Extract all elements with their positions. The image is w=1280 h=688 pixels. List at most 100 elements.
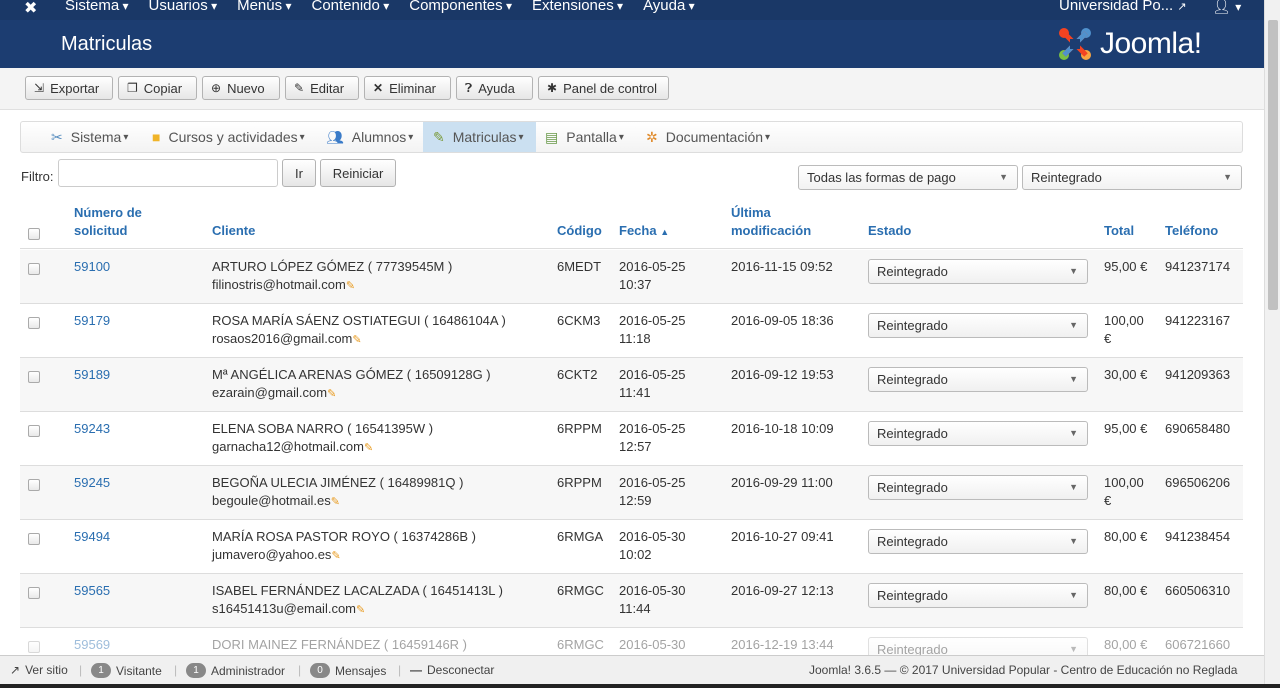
- control-panel-button[interactable]: ✱ Panel de control: [538, 76, 669, 100]
- reset-button[interactable]: Reiniciar: [320, 159, 396, 187]
- new-button[interactable]: ⊕ Nuevo: [202, 76, 280, 100]
- logout-link[interactable]: — Desconectar: [410, 663, 494, 677]
- client-email[interactable]: filinostris@hotmail.com: [212, 276, 355, 295]
- request-number-link[interactable]: 59494: [74, 528, 110, 546]
- status-select[interactable]: Reintegrado ▼: [868, 583, 1088, 608]
- request-number-link[interactable]: 59189: [74, 366, 110, 384]
- user-menu[interactable]: 👤︎ ▾: [1212, 0, 1241, 15]
- header-phone[interactable]: Teléfono: [1165, 222, 1218, 240]
- header-number[interactable]: Número de solicitud: [74, 204, 142, 240]
- delete-icon: ✕: [373, 81, 384, 95]
- client-email[interactable]: garnacha12@hotmail.com: [212, 438, 373, 457]
- messages-label: Mensajes: [335, 663, 387, 678]
- submenu-label: Sistema: [70, 129, 122, 145]
- row-checkbox[interactable]: [28, 587, 40, 599]
- total-cell: 100,00: [1104, 475, 1144, 490]
- select-all-checkbox[interactable]: [28, 228, 40, 240]
- menu-componentes[interactable]: Componentes: [409, 0, 512, 14]
- row-checkbox[interactable]: [28, 479, 40, 491]
- row-checkbox[interactable]: [28, 641, 40, 653]
- menu-extensiones[interactable]: Extensiones: [532, 0, 623, 14]
- client-email[interactable]: ezarain@gmail.com: [212, 384, 336, 403]
- header-status[interactable]: Estado: [868, 222, 911, 240]
- copy-button[interactable]: ❐ Copiar: [118, 76, 197, 100]
- chevron-down-icon: ▾: [1235, 0, 1242, 14]
- joomla-wordmark: Joomla!: [1100, 27, 1202, 60]
- scrollbar-thumb[interactable]: [1268, 20, 1278, 310]
- help-label: Ayuda: [478, 80, 515, 96]
- row-checkbox[interactable]: [28, 371, 40, 383]
- menu-contenido[interactable]: Contenido: [311, 0, 389, 14]
- request-number-link[interactable]: 59179: [74, 312, 110, 330]
- edit-button[interactable]: ✎ Editar: [285, 76, 359, 100]
- phone-cell: 941209363: [1165, 367, 1231, 382]
- filter-input[interactable]: [58, 159, 278, 187]
- help-button[interactable]: ❓︎ Ayuda: [456, 76, 533, 100]
- table-row: 59245 BEGOÑA ULECIA JIMÉNEZ ( 16489981Q )…: [20, 466, 1243, 520]
- vertical-scrollbar[interactable]: [1264, 0, 1280, 684]
- view-site-link[interactable]: ↗ Ver sitio: [10, 663, 68, 677]
- export-icon: ⇲: [34, 81, 45, 95]
- total-cell: 95,00 €: [1104, 259, 1148, 274]
- menu-ayuda[interactable]: Ayuda: [643, 0, 695, 14]
- minus-icon: —: [410, 663, 422, 677]
- row-checkbox[interactable]: [28, 263, 40, 275]
- status-select[interactable]: Reintegrado ▼: [868, 421, 1088, 446]
- request-number-link[interactable]: 59100: [74, 258, 110, 276]
- client-email[interactable]: rosaos2016@gmail.com: [212, 330, 362, 349]
- joomla-logo-icon: [1059, 28, 1091, 60]
- joomla-menu-icon[interactable]: ✖: [24, 0, 37, 18]
- status-select[interactable]: Reintegrado ▼: [868, 529, 1088, 554]
- site-link[interactable]: Universidad Po... ↗: [1059, 0, 1187, 14]
- header-client[interactable]: Cliente: [212, 222, 255, 240]
- edit-label: Editar: [310, 80, 345, 96]
- export-button[interactable]: ⇲ Exportar: [25, 76, 113, 100]
- visitors-status[interactable]: 1 Visitante: [91, 663, 162, 678]
- page-header: Matriculas Joomla!: [0, 20, 1264, 68]
- client-name: ROSA MARÍA SÁENZ OSTIATEGUI ( 16486104A …: [212, 313, 506, 328]
- visitors-label: Visitante: [116, 663, 162, 678]
- header-total[interactable]: Total: [1104, 222, 1134, 240]
- client-email[interactable]: s16451413u@email.com: [212, 600, 365, 619]
- header-date[interactable]: Fecha ▲: [619, 222, 669, 241]
- submenu-alumnos[interactable]: 👥︎ Alumnos ▾: [326, 122, 413, 152]
- menu-usuarios[interactable]: Usuarios: [149, 0, 218, 14]
- admins-label: Administrador: [211, 663, 286, 678]
- status-filter-select[interactable]: Reintegrado ▼: [1022, 165, 1242, 190]
- submenu-documentacion[interactable]: ✲ Documentación ▾: [646, 122, 770, 152]
- code-cell: 6RPPM: [557, 421, 602, 436]
- request-number-link[interactable]: 59245: [74, 474, 110, 492]
- plus-icon: ⊕: [211, 81, 222, 95]
- messages-status[interactable]: 0 Mensajes: [310, 663, 386, 678]
- menu-sistema[interactable]: Sistema: [65, 0, 129, 14]
- date-cell: 2016-05-30: [619, 637, 686, 652]
- client-email[interactable]: begoule@hotmail.es: [212, 492, 340, 511]
- payment-select[interactable]: Todas las formas de pago ▼: [798, 165, 1018, 190]
- control-panel-label: Panel de control: [563, 80, 658, 96]
- date-cell: 2016-05-25: [619, 367, 686, 382]
- row-checkbox[interactable]: [28, 425, 40, 437]
- chevron-down-icon: ▼: [1069, 428, 1078, 438]
- admins-status[interactable]: 1 Administrador: [186, 663, 285, 678]
- header-modified[interactable]: Última modificación: [731, 204, 811, 240]
- go-button[interactable]: Ir: [282, 159, 316, 187]
- submenu-cursos[interactable]: ■ Cursos y actividades ▾: [152, 122, 305, 152]
- submenu-sistema[interactable]: ✂ Sistema ▾: [51, 122, 128, 152]
- header-code[interactable]: Código: [557, 222, 602, 240]
- status-select[interactable]: Reintegrado ▼: [868, 259, 1088, 284]
- row-checkbox[interactable]: [28, 533, 40, 545]
- submenu-pantalla[interactable]: ▤ Pantalla ▾: [545, 122, 624, 152]
- status-select-value: Reintegrado: [877, 372, 948, 387]
- request-number-link[interactable]: 59565: [74, 582, 110, 600]
- client-email[interactable]: jumavero@yahoo.es: [212, 546, 341, 565]
- row-checkbox[interactable]: [28, 317, 40, 329]
- submenu-matriculas[interactable]: ✎ Matriculas ▾: [423, 122, 536, 152]
- messages-badge: 0: [310, 663, 330, 678]
- request-number-link[interactable]: 59243: [74, 420, 110, 438]
- status-select[interactable]: Reintegrado ▼: [868, 313, 1088, 338]
- delete-button[interactable]: ✕ Eliminar: [364, 76, 451, 100]
- request-number-link[interactable]: 59569: [74, 636, 110, 654]
- status-select[interactable]: Reintegrado ▼: [868, 475, 1088, 500]
- status-select[interactable]: Reintegrado ▼: [868, 367, 1088, 392]
- menu-menus[interactable]: Menús: [237, 0, 291, 14]
